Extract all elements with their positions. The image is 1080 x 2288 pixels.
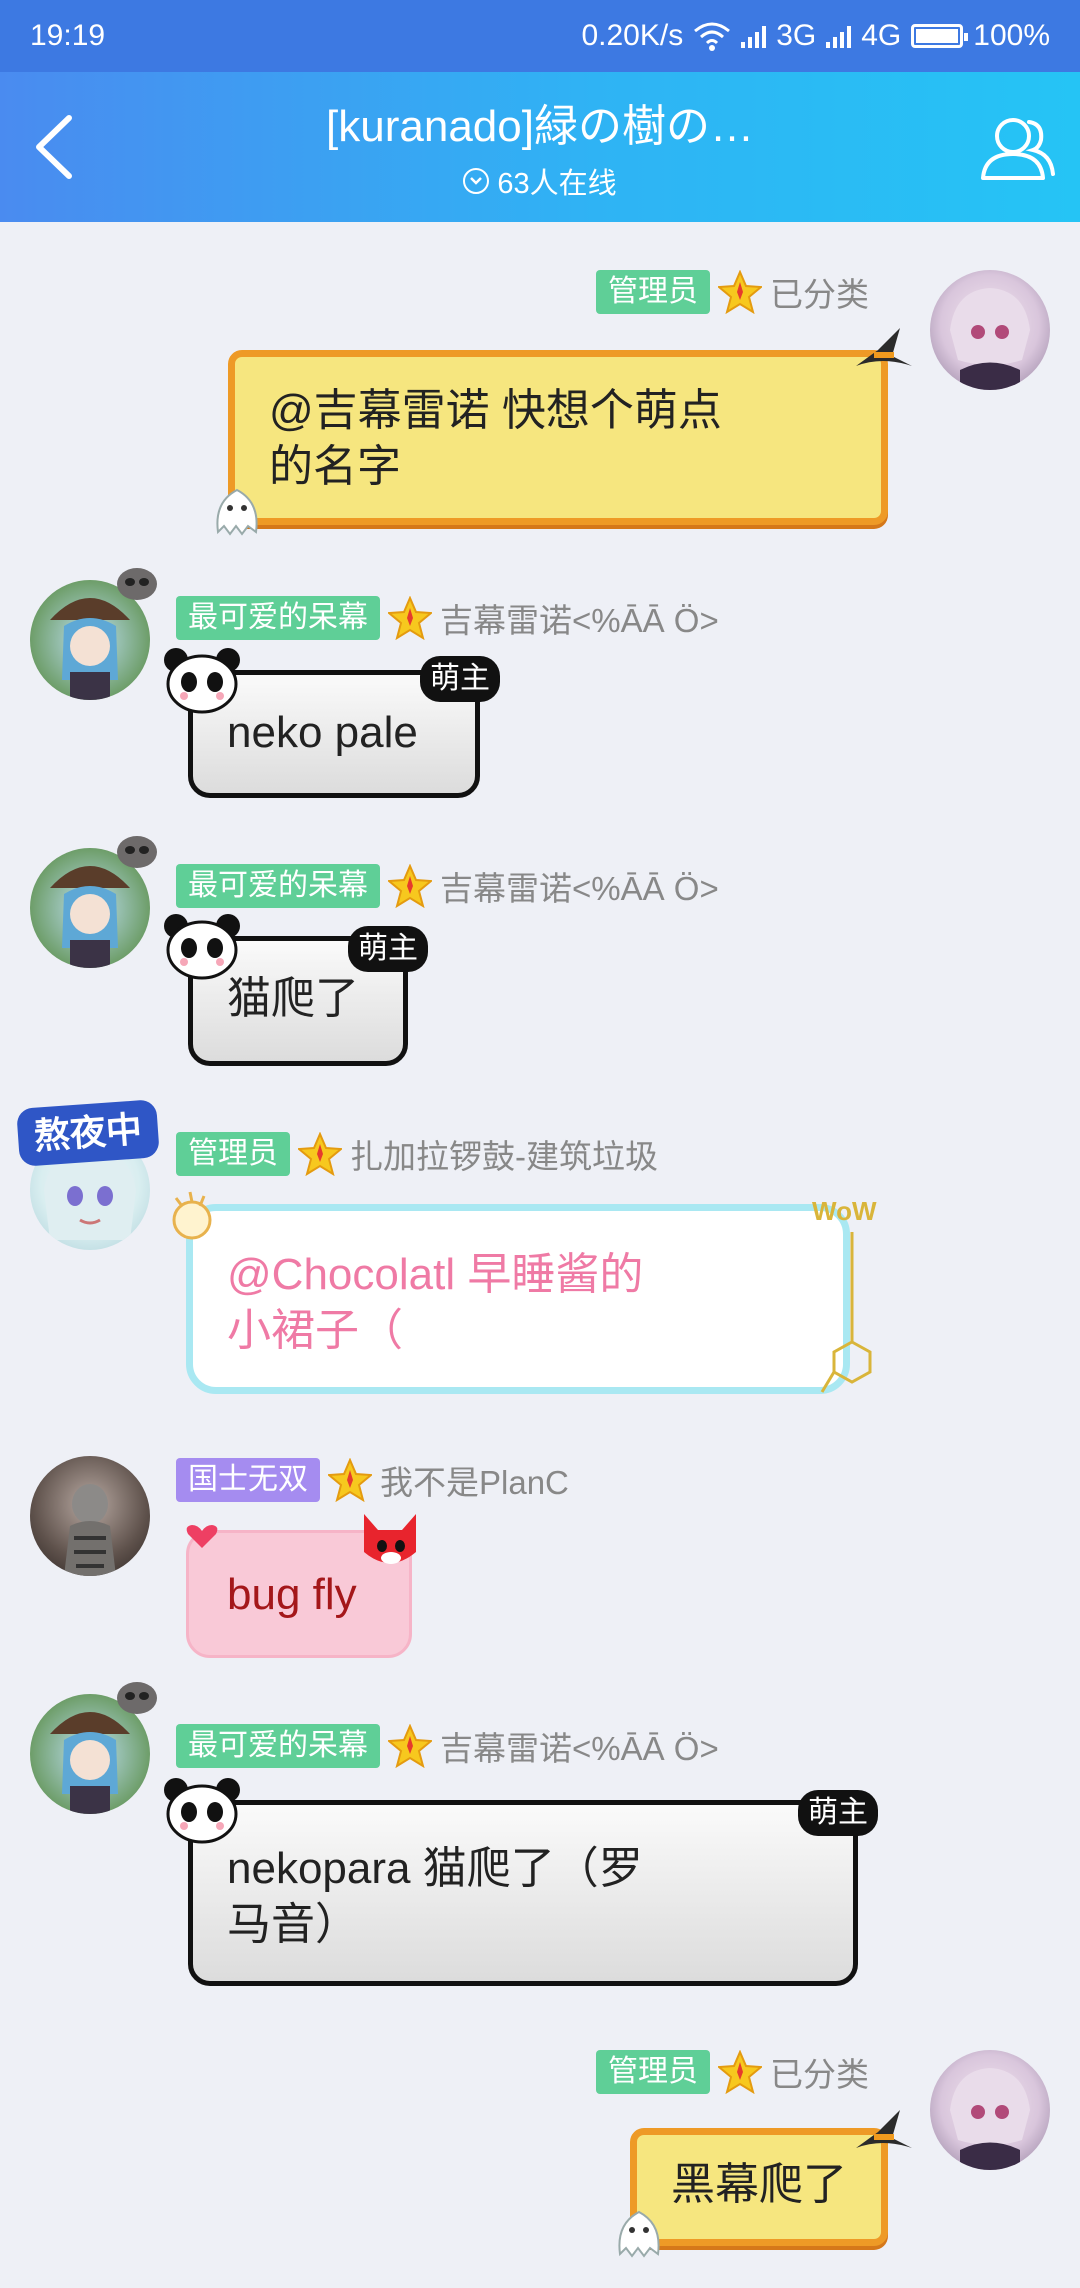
status-time: 19:19 [30, 19, 106, 52]
panda-icon [164, 648, 240, 714]
molecule-icon [820, 1232, 872, 1393]
fist-icon [172, 1191, 212, 1240]
chevron-down-icon [463, 168, 490, 194]
user-group-icon [981, 118, 1055, 180]
message-text-line2: 的名字 [269, 442, 401, 491]
avatar-image [64, 1484, 116, 1576]
signal-icon [741, 24, 767, 48]
panda-icon [164, 914, 240, 980]
sender-name: 扎加拉锣鼓-建筑垃圾 [350, 1138, 658, 1175]
role-badge: 最可爱的呆幕 [176, 864, 380, 908]
title-area[interactable]: [kuranado]緑の樹の… 63人在线 [160, 90, 920, 202]
star-icon [328, 1458, 372, 1502]
chevron-left-icon [36, 115, 72, 179]
heart-icon [186, 1525, 218, 1548]
avatar-image [950, 2068, 1030, 2170]
star-icon [388, 1724, 432, 1768]
role-badge: 管理员 [596, 270, 710, 314]
network-type-1: 3G [776, 19, 817, 52]
network-type-2: 4G [861, 19, 902, 52]
role-badge: 管理员 [176, 1132, 290, 1176]
ghost-icon [216, 488, 258, 536]
message-bubble[interactable]: @吉幕雷诺 快想个萌点 的名字 [228, 350, 888, 525]
wifi-icon [694, 22, 731, 51]
message-text: nekopara 猫爬了（罗 [227, 1844, 643, 1893]
message-meta: 最可爱的呆幕 吉幕雷诺<%ĀĀ Ö> [176, 594, 719, 642]
sender-name: 吉幕雷诺<%ĀĀ Ö> [440, 602, 719, 639]
message-meta: 最可爱的呆幕 吉幕雷诺<%ĀĀ Ö> [176, 1722, 719, 1770]
message-text: @吉幕雷诺 快想个萌点 [269, 386, 722, 435]
mengzhu-tag: 萌主 [348, 926, 428, 972]
signal-icon-2 [826, 24, 852, 48]
battery-level: 100% [973, 19, 1050, 52]
star-icon [388, 596, 432, 640]
fox-icon [364, 1514, 416, 1564]
message-bubble[interactable]: 黑幕爬了 [630, 2128, 888, 2246]
tag-label: 萌主 [808, 1796, 868, 1829]
sender-name: 吉幕雷诺<%ĀĀ Ö> [440, 870, 719, 907]
message-text: 黑幕爬了 [671, 2160, 847, 2209]
role-badge: 最可爱的呆幕 [176, 1724, 380, 1768]
star-icon [718, 2050, 762, 2094]
mengzhu-tag: 萌主 [420, 656, 500, 702]
message-meta: 管理员 已分类 [596, 2048, 869, 2096]
panda-icon [164, 1778, 240, 1844]
mengzhu-tag: 萌主 [798, 1790, 878, 1836]
role-badge: 最可爱的呆幕 [176, 596, 380, 640]
message-text: 猫爬了 [227, 974, 359, 1023]
battery-icon [911, 24, 969, 48]
witch-hat-icon [856, 328, 912, 366]
avatar[interactable] [30, 1456, 150, 1576]
sender-name: 吉幕雷诺<%ĀĀ Ö> [440, 1730, 719, 1767]
sender-name: 已分类 [770, 2056, 869, 2093]
tag-label: 萌主 [430, 662, 490, 695]
avatar[interactable] [930, 2050, 1050, 2170]
wow-label: WoW [812, 1196, 877, 1226]
message-text: neko pale [227, 708, 418, 757]
message-bubble[interactable]: @Chocolatl 早睡酱的 小裙子（ [186, 1204, 850, 1394]
message-text-line2: 小裙子（ [227, 1306, 403, 1355]
ghost-icon [618, 2210, 660, 2258]
avatar[interactable] [930, 270, 1050, 390]
message-meta: 最可爱的呆幕 吉幕雷诺<%ĀĀ Ö> [176, 862, 719, 910]
witch-hat-icon [856, 2110, 912, 2148]
tag-label: 萌主 [358, 932, 418, 965]
avatar-tag: 熬夜中 [16, 1099, 160, 1167]
avatar-image [950, 288, 1030, 390]
chat-header: [kuranado]緑の樹の… 63人在线 [0, 72, 1080, 222]
raccoon-icon [117, 836, 157, 868]
raccoon-icon [117, 1682, 157, 1714]
message-text: @Chocolatl 早睡酱的 [227, 1250, 644, 1299]
star-icon [718, 270, 762, 314]
role-badge: 管理员 [596, 2050, 710, 2094]
role-badge: 国士无双 [176, 1458, 320, 1502]
raccoon-icon [117, 568, 157, 600]
online-count[interactable]: 63人在线 [160, 160, 920, 202]
sender-name: 我不是PlanC [380, 1464, 569, 1501]
message-bubble[interactable]: nekopara 猫爬了（罗 马音） [188, 1800, 858, 1986]
group-title: [kuranado]緑の樹の… [326, 102, 754, 151]
message-meta: 管理员 扎加拉锣鼓-建筑垃圾 [176, 1130, 658, 1178]
message-text-line2: 马音） [227, 1900, 359, 1949]
message-meta: 管理员 已分类 [596, 268, 869, 316]
avatar-tag-label: 熬夜中 [32, 1108, 144, 1157]
status-bar: 19:19 0.20K/s 3G 4G 100% [0, 0, 1080, 72]
network-speed: 0.20K/s [581, 19, 684, 52]
sender-name: 已分类 [770, 276, 869, 313]
star-icon [298, 1132, 342, 1176]
online-count-label: 63人在线 [497, 168, 617, 200]
members-button[interactable] [974, 106, 1060, 192]
message-meta: 国士无双 我不是PlanC [176, 1456, 569, 1504]
star-icon [388, 864, 432, 908]
back-button[interactable] [18, 112, 88, 182]
message-text: bug fly [227, 1570, 357, 1619]
